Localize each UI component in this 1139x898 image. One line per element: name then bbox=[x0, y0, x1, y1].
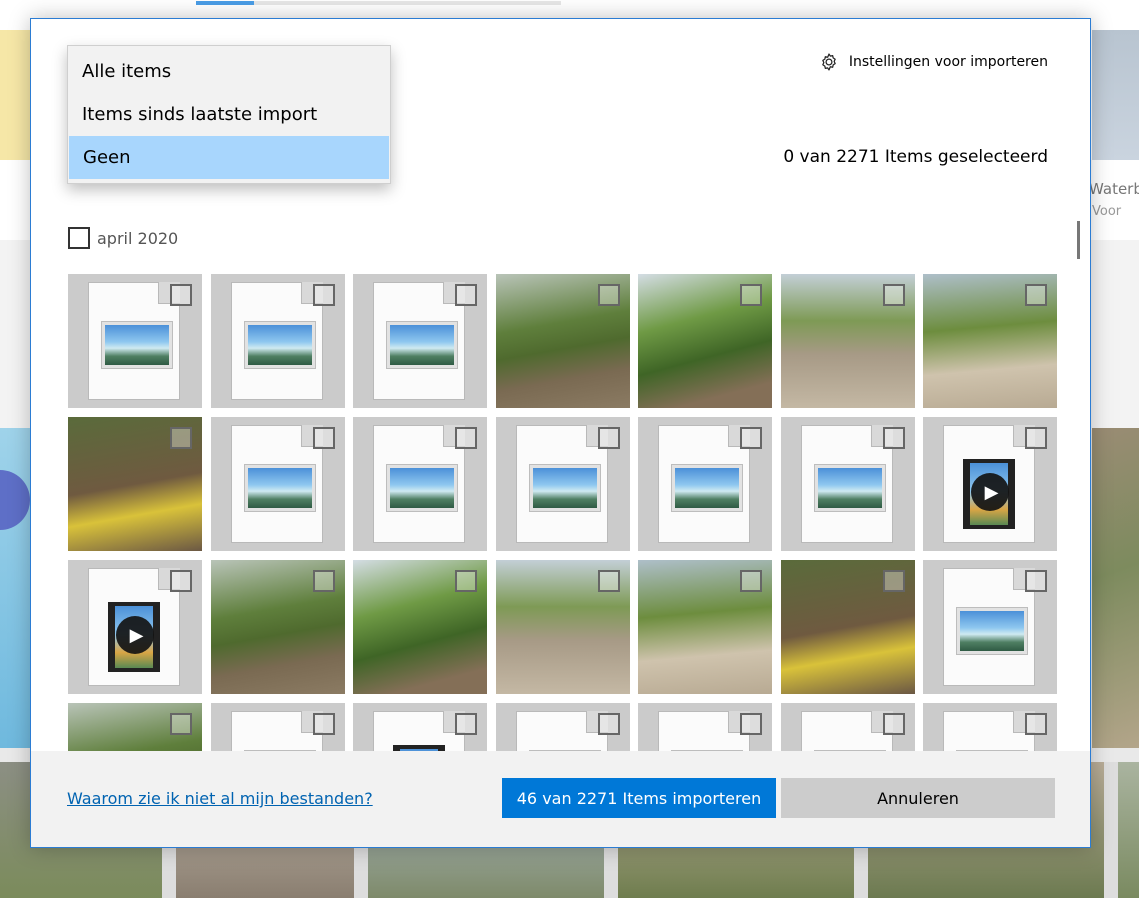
photo-thumbnail[interactable] bbox=[68, 703, 202, 752]
import-settings-button[interactable]: Instellingen voor importeren bbox=[819, 52, 1048, 72]
thumbnail-checkbox[interactable] bbox=[170, 570, 192, 592]
dropdown-item[interactable]: Items sinds laatste import bbox=[68, 93, 390, 136]
gear-icon bbox=[822, 53, 836, 71]
video-placeholder-thumbnail[interactable]: ▶ bbox=[923, 417, 1057, 551]
image-icon bbox=[244, 321, 316, 369]
thumbnail-checkbox[interactable] bbox=[455, 713, 477, 735]
play-icon: ▶ bbox=[116, 616, 154, 654]
background-progress-fill bbox=[196, 1, 254, 5]
image-placeholder-thumbnail[interactable] bbox=[496, 703, 630, 752]
background-album-title: Waterb bbox=[1089, 180, 1139, 198]
group-checkbox[interactable] bbox=[68, 227, 90, 249]
background-photo bbox=[1092, 428, 1139, 748]
image-placeholder-thumbnail[interactable] bbox=[638, 417, 772, 551]
thumbnail-checkbox[interactable] bbox=[740, 284, 762, 306]
video-placeholder-thumbnail[interactable]: ▶ bbox=[353, 703, 487, 752]
image-icon bbox=[386, 321, 458, 369]
photo-thumbnail[interactable] bbox=[496, 274, 630, 408]
dropdown-item[interactable]: Geen bbox=[69, 136, 389, 179]
background-photo bbox=[1092, 30, 1139, 160]
thumbnail-checkbox[interactable] bbox=[883, 713, 905, 735]
thumbnail-checkbox[interactable] bbox=[740, 713, 762, 735]
thumbnail-checkbox[interactable] bbox=[170, 713, 192, 735]
image-placeholder-thumbnail[interactable] bbox=[211, 274, 345, 408]
image-placeholder-thumbnail[interactable] bbox=[923, 703, 1057, 752]
thumbnail-grid: ▶ ▶ ▶ bbox=[68, 274, 1058, 752]
thumbnail-checkbox[interactable] bbox=[740, 427, 762, 449]
image-placeholder-thumbnail[interactable] bbox=[211, 703, 345, 752]
image-icon bbox=[956, 607, 1028, 655]
thumbnail-checkbox[interactable] bbox=[1025, 284, 1047, 306]
scrollbar-thumb[interactable] bbox=[1077, 221, 1080, 259]
thumbnail-checkbox[interactable] bbox=[455, 427, 477, 449]
image-icon bbox=[814, 464, 886, 512]
image-icon bbox=[101, 321, 173, 369]
image-placeholder-thumbnail[interactable] bbox=[353, 417, 487, 551]
thumbnail-checkbox[interactable] bbox=[740, 570, 762, 592]
photo-thumbnail[interactable] bbox=[496, 560, 630, 694]
photo-thumbnail[interactable] bbox=[211, 560, 345, 694]
image-icon bbox=[671, 464, 743, 512]
cancel-button[interactable]: Annuleren bbox=[781, 778, 1055, 818]
thumbnail-checkbox[interactable] bbox=[170, 284, 192, 306]
thumbnail-checkbox[interactable] bbox=[313, 427, 335, 449]
thumbnail-checkbox[interactable] bbox=[598, 713, 620, 735]
background-tile bbox=[0, 30, 32, 160]
thumbnail-checkbox[interactable] bbox=[313, 570, 335, 592]
background-photo bbox=[1118, 762, 1139, 898]
image-placeholder-thumbnail[interactable] bbox=[496, 417, 630, 551]
play-icon: ▶ bbox=[971, 473, 1009, 511]
import-button[interactable]: 46 van 2271 Items importeren bbox=[502, 778, 776, 818]
photo-thumbnail[interactable] bbox=[68, 417, 202, 551]
thumbnail-checkbox[interactable] bbox=[455, 284, 477, 306]
photo-thumbnail[interactable] bbox=[638, 560, 772, 694]
thumbnail-checkbox[interactable] bbox=[883, 284, 905, 306]
photo-thumbnail[interactable] bbox=[353, 560, 487, 694]
image-placeholder-thumbnail[interactable] bbox=[68, 274, 202, 408]
photo-thumbnail[interactable] bbox=[638, 274, 772, 408]
thumbnail-checkbox[interactable] bbox=[883, 427, 905, 449]
thumbnail-checkbox[interactable] bbox=[1025, 713, 1047, 735]
photo-thumbnail[interactable] bbox=[781, 274, 915, 408]
background-album-subtitle: Voor bbox=[1092, 204, 1122, 219]
thumbnail-checkbox[interactable] bbox=[1025, 427, 1047, 449]
thumbnail-checkbox[interactable] bbox=[313, 713, 335, 735]
missing-files-help-link[interactable]: Waarom zie ik niet al mijn bestanden? bbox=[67, 789, 373, 808]
thumbnail-checkbox[interactable] bbox=[170, 427, 192, 449]
thumbnail-checkbox[interactable] bbox=[598, 284, 620, 306]
import-settings-label: Instellingen voor importeren bbox=[848, 54, 1048, 70]
video-placeholder-thumbnail[interactable]: ▶ bbox=[68, 560, 202, 694]
group-header: april 2020 bbox=[68, 227, 178, 249]
selected-count: 0 van 2271 Items geselecteerd bbox=[783, 147, 1048, 167]
image-placeholder-thumbnail[interactable] bbox=[211, 417, 345, 551]
thumbnail-checkbox[interactable] bbox=[598, 427, 620, 449]
image-placeholder-thumbnail[interactable] bbox=[638, 703, 772, 752]
dialog-footer: Waarom zie ik niet al mijn bestanden? 46… bbox=[31, 751, 1090, 847]
image-icon bbox=[386, 464, 458, 512]
dropdown-item[interactable]: Alle items bbox=[68, 50, 390, 93]
thumbnail-checkbox[interactable] bbox=[455, 570, 477, 592]
photo-thumbnail[interactable] bbox=[923, 274, 1057, 408]
image-placeholder-thumbnail[interactable] bbox=[923, 560, 1057, 694]
thumbnail-checkbox[interactable] bbox=[598, 570, 620, 592]
thumbnail-checkbox[interactable] bbox=[313, 284, 335, 306]
image-placeholder-thumbnail[interactable] bbox=[781, 417, 915, 551]
group-label: april 2020 bbox=[97, 228, 179, 248]
image-placeholder-thumbnail[interactable] bbox=[781, 703, 915, 752]
selection-dropdown-menu: Alle items Items sinds laatste import Geen bbox=[67, 45, 391, 184]
photo-thumbnail[interactable] bbox=[781, 560, 915, 694]
image-icon bbox=[529, 464, 601, 512]
image-placeholder-thumbnail[interactable] bbox=[353, 274, 487, 408]
thumbnail-checkbox[interactable] bbox=[883, 570, 905, 592]
image-icon bbox=[244, 464, 316, 512]
thumbnail-checkbox[interactable] bbox=[1025, 570, 1047, 592]
